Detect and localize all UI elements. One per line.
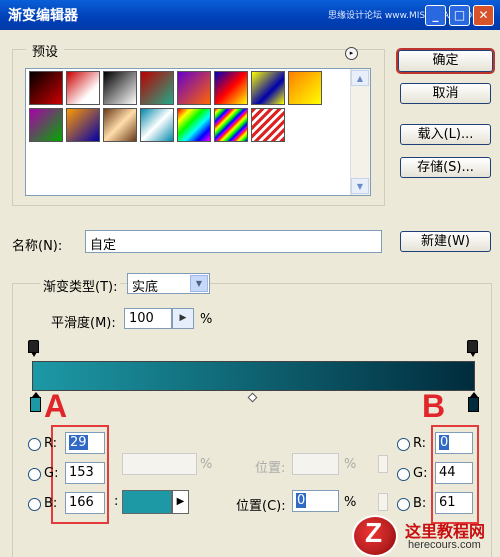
r-input-b[interactable]: 0: [435, 432, 473, 454]
delete-color-stop[interactable]: [378, 493, 388, 511]
preset-swatch[interactable]: [214, 108, 248, 142]
preset-swatch[interactable]: [29, 108, 63, 142]
g-label-b: G:: [413, 466, 428, 481]
preset-swatch[interactable]: [251, 71, 285, 105]
b-input-a[interactable]: 166: [65, 492, 105, 514]
g-input-b[interactable]: 44: [435, 462, 473, 484]
radio-g-a[interactable]: [28, 468, 41, 481]
g-label-a: G:: [44, 466, 59, 481]
radio-b-a[interactable]: [28, 498, 41, 511]
opacity-input-disabled: [122, 453, 197, 475]
name-label: 名称(N):: [12, 239, 63, 254]
preset-swatch[interactable]: [66, 108, 100, 142]
radio-r-a[interactable]: [28, 438, 41, 451]
b-label-b: B:: [413, 496, 427, 511]
annotation-b: B: [422, 388, 446, 424]
r-label-a: R:: [44, 436, 58, 451]
radio-r-b[interactable]: [397, 438, 410, 451]
ok-button[interactable]: 确定: [396, 48, 495, 74]
opacity-location-unit: %: [344, 457, 357, 472]
g-input-a[interactable]: 153: [65, 462, 105, 484]
cancel-button[interactable]: 取消: [400, 83, 491, 104]
name-input[interactable]: 自定: [85, 230, 382, 253]
preset-swatch[interactable]: [177, 71, 211, 105]
color-colon: :: [114, 494, 119, 509]
save-button[interactable]: 存储(S)...: [400, 157, 491, 178]
presets-label: 预设: [26, 41, 65, 60]
color-location-input[interactable]: 0: [292, 490, 339, 512]
delete-opacity-stop: [378, 455, 388, 473]
color-location-unit: %: [344, 495, 357, 510]
load-button[interactable]: 载入(L)...: [400, 124, 491, 145]
maximize-button[interactable]: □: [449, 5, 470, 26]
smoothness-slider-arrow-icon[interactable]: ▶: [172, 308, 194, 329]
new-button[interactable]: 新建(W): [400, 231, 491, 252]
preset-swatch[interactable]: [140, 108, 174, 142]
minimize-button[interactable]: _: [425, 5, 446, 26]
preset-swatch[interactable]: [103, 71, 137, 105]
color-stop-b[interactable]: [468, 392, 479, 412]
opacity-stop-right[interactable]: [467, 340, 478, 357]
preset-swatch[interactable]: [29, 71, 63, 105]
color-menu-arrow-icon[interactable]: ▶: [172, 490, 189, 514]
scroll-down-icon[interactable]: ▼: [351, 178, 369, 194]
window-title: 渐变编辑器: [8, 8, 78, 24]
r-value-a: 29: [69, 435, 88, 450]
preset-scrollbar[interactable]: [350, 69, 370, 195]
preset-swatch[interactable]: [177, 108, 211, 142]
opacity-stop-left[interactable]: [28, 340, 39, 357]
preset-swatch[interactable]: [251, 108, 285, 142]
watermark-logo-letter: Z: [365, 517, 383, 548]
r-label-b: R:: [413, 436, 427, 451]
gradient-type-label: 渐变类型(T):: [40, 276, 121, 295]
opacity-unit: %: [200, 457, 213, 472]
radio-b-b[interactable]: [397, 498, 410, 511]
close-button[interactable]: ✕: [473, 5, 494, 26]
scroll-up-icon[interactable]: ▲: [351, 70, 369, 86]
annotation-a: A: [44, 388, 68, 424]
smoothness-label: 平滑度(M):: [51, 316, 116, 331]
gradient-bar[interactable]: [32, 361, 475, 391]
preset-swatch[interactable]: [140, 71, 174, 105]
preset-swatch[interactable]: [214, 71, 248, 105]
b-input-b[interactable]: 61: [435, 492, 473, 514]
opacity-location-label: 位置:: [255, 461, 286, 476]
r-input-a[interactable]: 29: [65, 432, 105, 454]
preset-swatch[interactable]: [288, 71, 322, 105]
smoothness-input[interactable]: 100: [124, 308, 172, 329]
color-stop-a[interactable]: [30, 392, 41, 412]
preset-swatch[interactable]: [103, 108, 137, 142]
preset-swatch[interactable]: [66, 71, 100, 105]
color-location-value: 0: [296, 493, 307, 508]
preset-menu-icon[interactable]: ▸: [345, 47, 358, 60]
stop-color-swatch[interactable]: [122, 490, 172, 514]
radio-g-b[interactable]: [397, 468, 410, 481]
b-label-a: B:: [44, 496, 58, 511]
watermark-logo-url: herecours.com: [408, 539, 481, 551]
chevron-down-icon[interactable]: ▼: [190, 275, 208, 292]
r-value-b: 0: [439, 435, 450, 450]
color-location-label: 位置(C):: [236, 499, 286, 514]
smoothness-unit: %: [200, 312, 213, 327]
opacity-location-input: [292, 453, 339, 475]
